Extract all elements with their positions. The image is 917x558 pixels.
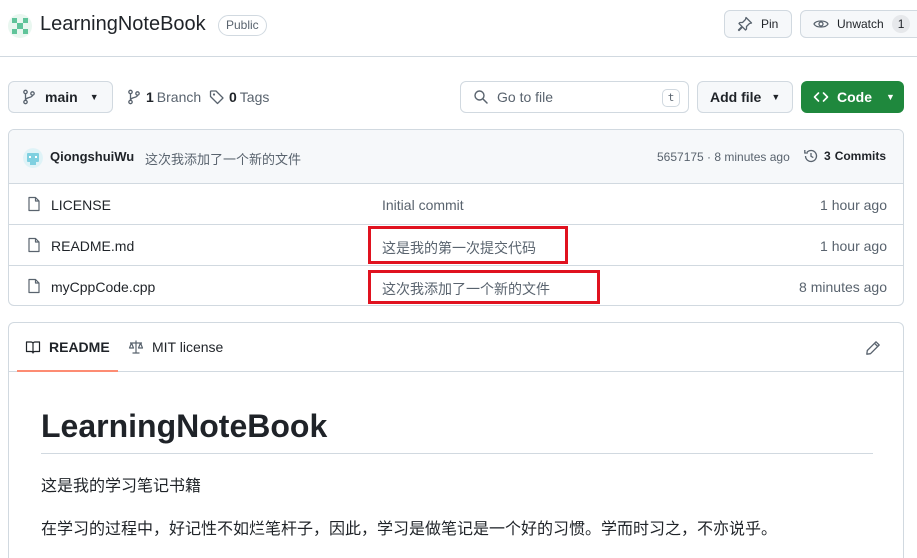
history-icon [804,149,818,163]
search-icon [474,90,488,104]
tag-count-label: Tags [239,89,270,105]
tag-count: 0 [229,89,237,105]
readme-heading: LearningNoteBook [41,408,873,454]
file-commit-time: 1 hour ago [820,238,887,254]
commits-history-link[interactable]: 3 Commits [803,148,886,164]
readme-panel: README MIT license LearningNoteBook 这是我的… [8,322,904,558]
file-row[interactable]: LICENSE Initial commit 1 hour ago [9,184,903,225]
file-navigation-toolbar: main ▼ 1 Branch 0 Tags Go to file t Add … [8,81,904,113]
add-file-label: Add file [710,89,762,105]
commit-author[interactable]: QiongshuiWu [50,149,134,164]
highlight-box-cpp-commit [368,270,600,304]
file-name[interactable]: README.md [51,238,134,254]
file-name[interactable]: myCppCode.cpp [51,279,155,295]
tab-license[interactable]: MIT license [128,323,223,371]
go-to-file-placeholder: Go to file [497,89,554,105]
latest-commit-bar: QiongshuiWu 这次我添加了一个新的文件 5657175 · 8 min… [9,130,903,184]
visibility-badge: Public [218,15,267,36]
add-file-button[interactable]: Add file ▼ [697,81,793,113]
readme-tabs: README MIT license [9,323,903,372]
tab-readme-label: README [49,338,110,355]
branch-count-label: Branch [156,89,202,105]
git-branch-icon [128,89,140,105]
author-avatar[interactable] [23,148,43,168]
pin-button[interactable]: Pin [724,10,792,38]
code-button[interactable]: Code ▼ [801,81,904,113]
tag-icon [209,90,224,105]
tab-license-label: MIT license [152,339,224,355]
git-branch-icon [23,89,35,105]
branches-link[interactable]: 1 Branch [126,81,201,113]
file-icon [28,237,40,253]
commit-message[interactable]: 这次我添加了一个新的文件 [145,149,301,168]
repo-header: LearningNoteBook Public Pin Unwatch 1 ▼ [0,0,917,57]
code-icon [813,92,829,102]
file-commit-time: 8 minutes ago [799,279,887,295]
file-commit-time: 1 hour ago [820,197,887,213]
commit-hash-time[interactable]: 5657175 · 8 minutes ago [657,150,790,164]
watch-button[interactable]: Unwatch 1 ▼ [800,10,917,38]
readme-paragraph: 在学习的过程中，好记性不如烂笔杆子，因此，学习是做笔记是一个好的习惯。学而时习之… [41,521,778,538]
readme-content: LearningNoteBook 这是我的学习笔记书籍 在学习的过程中，好记性不… [41,372,873,539]
code-label: Code [837,89,872,105]
tags-link[interactable]: 0 Tags [209,81,269,113]
branch-name: main [45,89,78,105]
watch-count: 1 [891,15,911,33]
file-name[interactable]: LICENSE [51,197,111,213]
keyboard-shortcut-hint: t [662,89,680,107]
chevron-down-icon: ▼ [89,92,99,102]
book-icon [25,340,41,354]
file-commit-message[interactable]: Initial commit [382,197,464,213]
file-icon [28,196,40,212]
branch-count: 1 [146,89,154,105]
eye-icon [813,20,829,28]
law-scale-icon [128,340,144,354]
pin-label: Pin [761,17,779,31]
repo-name[interactable]: LearningNoteBook [40,13,206,36]
watch-label: Unwatch [837,17,884,31]
commits-label: Commits [834,149,887,163]
tab-readme[interactable]: README [17,323,118,372]
branch-selector[interactable]: main ▼ [8,81,113,113]
file-icon [28,278,40,294]
pencil-icon[interactable] [865,340,881,356]
commits-count: 3 [824,149,831,163]
go-to-file-input[interactable]: Go to file t [460,81,689,113]
chevron-down-icon: ▼ [771,92,781,102]
readme-paragraph: 这是我的学习笔记书籍 [41,478,202,495]
highlight-box-readme-commit [368,226,568,264]
chevron-down-icon: ▼ [886,92,895,102]
repo-owner-avatar[interactable] [8,14,32,38]
pin-icon [737,16,753,32]
